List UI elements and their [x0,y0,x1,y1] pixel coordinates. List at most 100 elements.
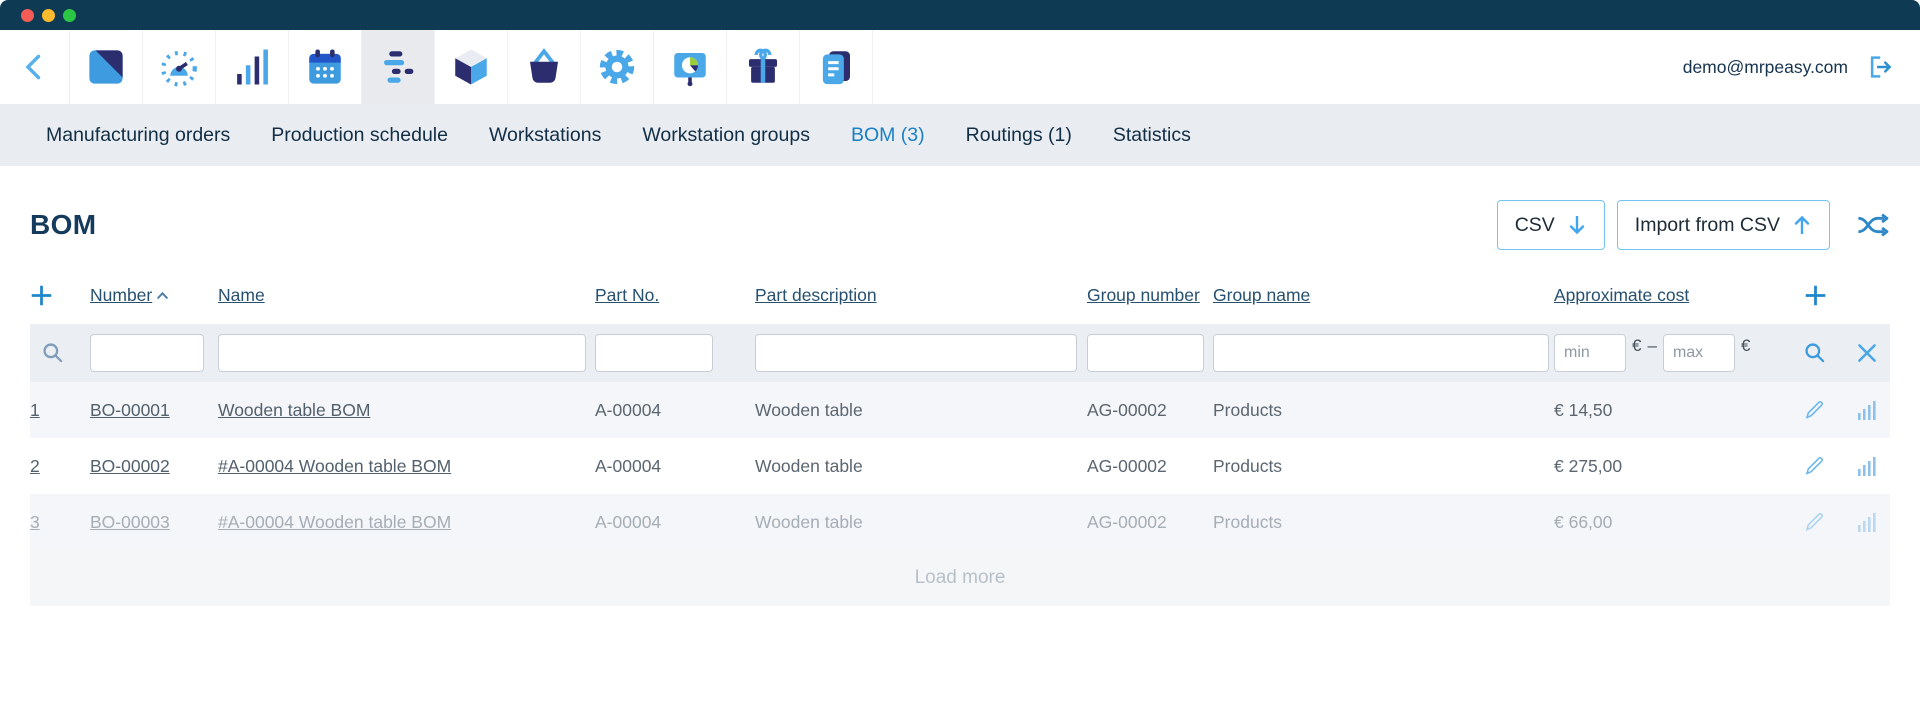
page-header: BOM CSV Import from CSV [0,166,1920,266]
toolbar-item-settings[interactable] [581,30,654,104]
user-email: demo@mrpeasy.com [1683,57,1848,78]
tab-statistics[interactable]: Statistics [1113,124,1191,147]
cell-group-number: AG-00002 [1087,400,1213,421]
row-index-link[interactable]: 3 [30,512,40,532]
filter-name-input[interactable] [218,334,586,372]
toolbar-item-statistics[interactable] [216,30,289,104]
chevron-left-icon [18,50,52,84]
currency-label: € [1632,336,1641,356]
magnifier-icon [40,340,66,366]
tab-workstation-groups[interactable]: Workstation groups [642,124,810,147]
shuffle-columns-button[interactable] [1856,212,1890,238]
cell-part-description: Wooden table [755,400,1087,421]
toolbar-item-reports[interactable] [654,30,727,104]
documents-icon [815,46,857,88]
arrow-up-icon [1792,213,1812,237]
apply-search-icon[interactable] [1802,340,1828,366]
cell-part-description: Wooden table [755,456,1087,477]
column-header-number: Number [90,285,218,306]
cell-group-name: Products [1213,456,1554,477]
logout-button[interactable] [1864,52,1894,82]
back-button[interactable] [0,30,70,104]
edit-pencil-icon[interactable] [1802,510,1826,534]
row-stats-icon[interactable] [1854,398,1878,422]
cube-icon [450,46,492,88]
column-header-number-link[interactable]: Number [90,285,152,306]
plus-icon [1804,284,1827,307]
clear-filters-icon[interactable] [1854,340,1880,366]
filter-group-name-input[interactable] [1213,334,1549,372]
gift-icon [742,46,784,88]
toolbar-item-documents[interactable] [800,30,873,104]
filter-part-description-input[interactable] [755,334,1077,372]
tab-routings[interactable]: Routings (1) [966,124,1072,147]
fullscreen-window-button[interactable] [63,9,76,22]
column-header-approximate-cost: Approximate cost [1554,285,1790,306]
page-actions: CSV Import from CSV [1497,200,1890,250]
gauge-icon [158,46,200,88]
filter-cost-max-input[interactable] [1663,334,1735,372]
row-stats-icon[interactable] [1854,510,1878,534]
macos-titlebar [0,0,1920,30]
presentation-pie-icon [669,46,711,88]
toolbar-item-whats-new[interactable] [727,30,800,104]
bom-number-link[interactable]: BO-00003 [90,512,170,532]
cell-approximate-cost: € 275,00 [1554,456,1790,477]
minimize-window-button[interactable] [42,9,55,22]
cell-part-no: A-00004 [595,400,755,421]
tab-manufacturing-orders[interactable]: Manufacturing orders [46,124,230,147]
cell-approximate-cost: € 14,50 [1554,400,1790,421]
sort-asc-icon [156,291,169,300]
gantt-plan-icon [377,46,419,88]
cell-group-number: AG-00002 [1087,456,1213,477]
filter-actions [1790,340,1890,366]
add-bom-button[interactable] [30,284,90,307]
table-row: 1 BO-00001 Wooden table BOM A-00004 Wood… [30,382,1890,438]
table-row: 2 BO-00002 #A-00004 Wooden table BOM A-0… [30,438,1890,494]
row-actions [1790,510,1890,534]
bom-name-link[interactable]: #A-00004 Wooden table BOM [218,456,451,476]
row-actions [1790,454,1890,478]
cell-group-name: Products [1213,400,1554,421]
shuffle-icon [1856,212,1890,238]
column-header-name: Name [218,285,595,306]
load-more-button[interactable]: Load more [30,550,1890,606]
csv-export-button[interactable]: CSV [1497,200,1605,250]
filter-group-number-input[interactable] [1087,334,1204,372]
edit-pencil-icon[interactable] [1802,454,1826,478]
gear-icon [596,46,638,88]
close-window-button[interactable] [21,9,34,22]
currency-label: € [1741,336,1750,356]
cell-approximate-cost: € 66,00 [1554,512,1790,533]
app-window: demo@mrpeasy.com Manufacturing orders Pr… [0,0,1920,719]
tab-production-schedule[interactable]: Production schedule [271,124,448,147]
bom-name-link[interactable]: Wooden table BOM [218,400,370,420]
tab-workstations[interactable]: Workstations [489,124,601,147]
calendar-icon [304,46,346,88]
toolbar-item-procurement[interactable] [508,30,581,104]
cell-part-description: Wooden table [755,512,1087,533]
bom-number-link[interactable]: BO-00001 [90,400,170,420]
tab-bom[interactable]: BOM (3) [851,124,925,147]
filter-number-input[interactable] [90,334,204,372]
edit-pencil-icon[interactable] [1802,398,1826,422]
toolbar-item-production-planning[interactable] [362,30,435,104]
toolbar-item-dashboard[interactable] [70,30,143,104]
bom-number-link[interactable]: BO-00002 [90,456,170,476]
bom-name-link[interactable]: #A-00004 Wooden table BOM [218,512,451,532]
row-index-link[interactable]: 2 [30,456,40,476]
row-stats-icon[interactable] [1854,454,1878,478]
filter-cost-min-input[interactable] [1554,334,1626,372]
toolbar-item-calendar[interactable] [289,30,362,104]
cell-group-number: AG-00002 [1087,512,1213,533]
filter-part-no-input[interactable] [595,334,713,372]
toolbar-item-stock[interactable] [435,30,508,104]
column-header-group-name: Group name [1213,285,1554,306]
table-row: 3 BO-00003 #A-00004 Wooden table BOM A-0… [30,494,1890,550]
row-index-link[interactable]: 1 [30,400,40,420]
toolbar-item-gauge[interactable] [143,30,216,104]
add-column-button[interactable] [1790,284,1890,307]
csv-import-button[interactable]: Import from CSV [1617,200,1830,250]
range-dash: – [1647,336,1656,356]
filter-search-indicator [30,340,90,366]
